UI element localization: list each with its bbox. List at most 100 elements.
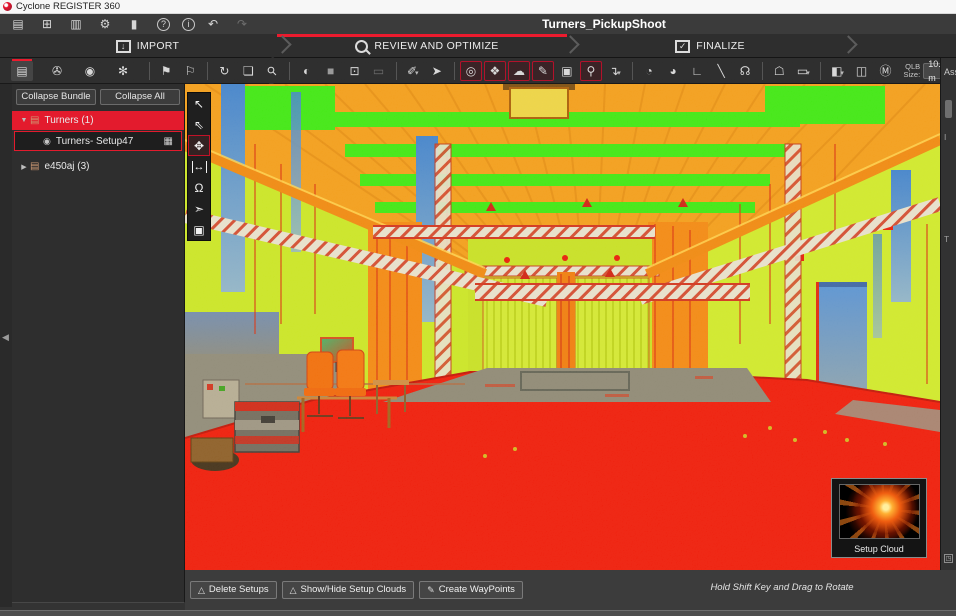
app-title: Cyclone REGISTER 360 <box>16 1 121 12</box>
traverse-icon[interactable]: ☊ <box>734 60 757 81</box>
pointcloud-scene <box>185 84 940 570</box>
pointcloud-canvas[interactable]: ↖ ⇖ ✥ ↔ Ω ➣ ▣ Setup Cloud <box>185 84 940 570</box>
undo-icon[interactable]: ↶ <box>202 16 224 32</box>
visual-align-icon[interactable]: ◔ <box>638 60 661 81</box>
create-waypoints-label: Create WayPoints <box>438 584 515 595</box>
distance-glyph: ↔ <box>191 161 207 173</box>
add-target-icon[interactable]: ◎ <box>459 60 482 81</box>
modelspace-icon[interactable]: Ⓜ <box>874 60 897 81</box>
rotate-hint-text: Hold Shift Key and Drag to Rotate <box>710 582 854 593</box>
title-bar: Cyclone REGISTER 360 <box>0 0 956 14</box>
fly-tool[interactable]: ➣ <box>188 198 210 219</box>
setup-cloud-label: Setup Cloud <box>854 544 904 554</box>
crop-view-icon[interactable]: ▭ <box>367 60 390 81</box>
assets-panel-collapsed[interactable]: Ass I T ◳ <box>940 58 956 570</box>
bundle-icon: ▤ <box>30 161 40 172</box>
project-tab[interactable]: ▤ <box>11 58 33 81</box>
web-tab[interactable]: ◉ <box>79 60 101 81</box>
tree-item-bundle-turners[interactable]: ▼ ▤ Turners (1) <box>12 111 184 130</box>
chevron-down-icon: ▾ <box>806 69 810 77</box>
polyline-icon[interactable]: ╲ <box>710 60 733 81</box>
cloud-align-icon[interactable]: ◕ <box>662 60 685 81</box>
settings-icon[interactable]: ⚙ <box>94 16 116 32</box>
views-menu-icon[interactable]: ◧▾ <box>826 60 849 81</box>
region-menu-icon[interactable]: ▭▾ <box>792 60 815 81</box>
pano-view-tool[interactable]: Ω <box>188 177 210 198</box>
tab-finalize-label: FINALIZE <box>696 40 745 52</box>
distance-tool[interactable]: ↔ <box>188 156 210 177</box>
select-tool[interactable]: ↖ <box>188 93 210 114</box>
iso-view-icon[interactable]: ◫ <box>850 60 873 81</box>
attachments-tab[interactable]: ✇ <box>46 60 68 81</box>
help-icon[interactable]: ? <box>157 17 170 31</box>
collapse-all-button[interactable]: Collapse All <box>100 89 180 105</box>
collapse-bundle-button[interactable]: Collapse Bundle <box>16 89 96 105</box>
open-project-icon[interactable]: ▤ <box>7 16 29 32</box>
zoom-icon[interactable]: ⚲ <box>257 55 288 86</box>
chevron-down-icon: ▾ <box>840 69 844 77</box>
tab-import-label: IMPORT <box>136 40 180 52</box>
tab-review-label: REVIEW AND OPTIMIZE <box>374 40 499 52</box>
assets-text-fragment: T <box>944 234 950 244</box>
tab-import[interactable]: ↓ IMPORT <box>20 34 275 58</box>
navigation-tool-palette: ↖ ⇖ ✥ ↔ Ω ➣ ▣ <box>187 92 211 241</box>
chevron-down-icon: ▾ <box>617 69 621 77</box>
review-magnifier-icon <box>355 39 369 53</box>
tripod-icon: △ <box>198 585 205 595</box>
viewport-bottom-bar: △ Delete Setups △ Show/Hide Setup Clouds… <box>185 570 956 610</box>
show-setup-clouds-icon[interactable]: ⚑ <box>155 60 178 81</box>
pick-point-icon[interactable]: ➤ <box>425 60 448 81</box>
truslicer-tab[interactable]: ✻ <box>112 60 134 81</box>
hue-render-icon[interactable]: ◐ <box>295 60 318 81</box>
setup-icon: ◉ <box>43 135 51 146</box>
tree-item-bundle-e450aj[interactable]: ▶ ▤ e450aj (3) <box>12 157 184 176</box>
camera-icon[interactable]: ▣ <box>555 60 578 81</box>
assets-text-fragment: I <box>944 132 947 142</box>
share-icon[interactable]: ↴▾ <box>603 60 626 81</box>
storage-icon[interactable]: ▮ <box>123 16 145 32</box>
setup-cloud-thumbnail[interactable] <box>839 484 920 539</box>
import-download-icon: ↓ <box>115 39 131 53</box>
show-hide-setup-clouds-button[interactable]: △ Show/Hide Setup Clouds <box>281 581 415 599</box>
project-explorer-panel: Collapse Bundle Collapse All ▼ ▤ Turners… <box>12 84 185 603</box>
report-icon[interactable]: ▥ <box>65 16 87 32</box>
import-project-icon[interactable]: ⊞ <box>36 16 58 32</box>
pick-points-tool[interactable]: ⇖ <box>188 114 210 135</box>
create-waypoints-button[interactable]: ✎ Create WayPoints <box>419 581 523 599</box>
tripod-icon: △ <box>289 585 297 595</box>
collapsed-arrow-icon[interactable]: ▶ <box>18 163 30 171</box>
gray-render-icon[interactable]: ■ <box>319 60 342 81</box>
hide-setup-clouds-icon[interactable]: ⚐ <box>179 60 202 81</box>
left-rail: ◀ <box>0 84 12 607</box>
setup-image-icon[interactable]: ▦ <box>164 136 173 147</box>
delete-setups-button[interactable]: △ Delete Setups <box>190 581 277 599</box>
geotag-icon[interactable]: ☖ <box>768 60 791 81</box>
cube-view-tool[interactable]: ▣ <box>188 219 210 240</box>
tab-review-and-optimize[interactable]: REVIEW AND OPTIMIZE <box>287 34 567 58</box>
redo-icon[interactable]: ↷ <box>231 16 253 32</box>
orbit-icon[interactable]: ↻ <box>213 60 236 81</box>
pen-icon: ✎ <box>427 585 435 595</box>
app-logo-icon <box>3 2 12 11</box>
axes-icon[interactable]: ∟ <box>686 60 709 81</box>
add-cloud-icon[interactable]: ☁ <box>507 60 530 81</box>
assets-panel-header: Ass <box>944 67 956 77</box>
panel-handle[interactable] <box>945 100 952 118</box>
fit-view-icon[interactable]: ⊡ <box>343 60 366 81</box>
tree-item-label: e450aj (3) <box>44 161 90 172</box>
add-pin-icon[interactable]: ⚲ <box>579 60 602 81</box>
expand-arrow-icon[interactable]: ▼ <box>18 117 30 124</box>
move-tool[interactable]: ✥ <box>188 135 210 156</box>
measure-menu-icon[interactable]: ✐▾ <box>401 60 424 81</box>
collapse-panel-arrow-icon[interactable]: ◀ <box>2 332 9 343</box>
show-hide-label: Show/Hide Setup Clouds <box>300 584 407 595</box>
bundle-icon: ▤ <box>30 115 40 126</box>
expand-panel-icon[interactable]: ◳ <box>944 554 953 563</box>
pan-icon[interactable]: ❏ <box>237 60 260 81</box>
add-annotation-icon[interactable]: ✎ <box>531 60 554 81</box>
info-icon[interactable]: i <box>182 17 195 31</box>
tree-item-setup47[interactable]: ◉ Turners- Setup47 ▦ <box>14 131 182 151</box>
add-tag-icon[interactable]: ❖ <box>483 60 506 81</box>
chevron-down-icon: ▾ <box>415 69 419 77</box>
tab-finalize[interactable]: ✓ FINALIZE <box>575 34 845 58</box>
